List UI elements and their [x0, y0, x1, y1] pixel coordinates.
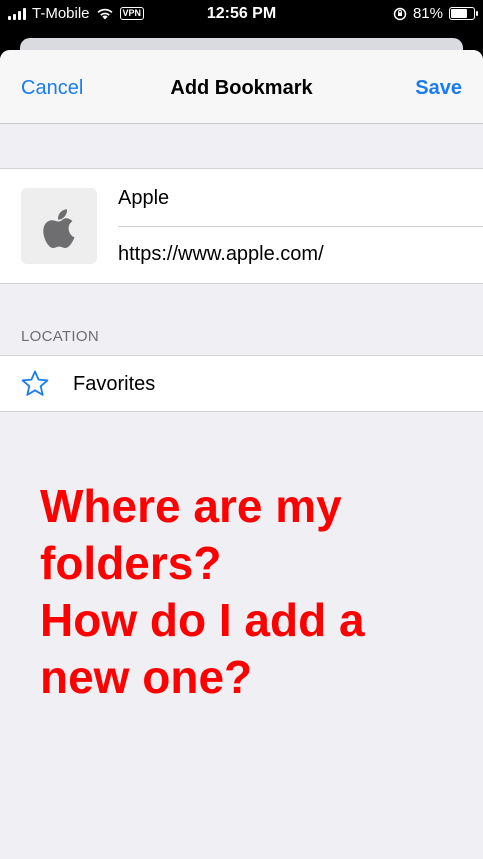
field-divider	[118, 226, 483, 227]
add-bookmark-sheet: Cancel Add Bookmark Save Apple https://w…	[0, 50, 483, 859]
location-label: Favorites	[73, 373, 156, 395]
orientation-lock-icon	[393, 7, 407, 20]
page-title: Add Bookmark	[170, 77, 313, 99]
battery-percent: 81%	[412, 5, 443, 22]
location-row-favorites[interactable]: Favorites	[0, 355, 483, 412]
status-bar: T-Mobile VPN 12:56 PM 81%	[0, 0, 483, 30]
site-icon-thumbnail	[21, 188, 97, 264]
bookmark-title-field[interactable]: Apple	[118, 187, 169, 210]
bookmark-url-field[interactable]: https://www.apple.com/	[118, 243, 324, 266]
location-section-header: LOCATION	[21, 328, 99, 345]
annotation-text: Where are my folders? How do I add a new…	[40, 478, 460, 706]
status-right: 81%	[393, 5, 478, 22]
star-icon	[21, 370, 49, 396]
apple-logo-icon	[43, 209, 75, 248]
save-button[interactable]: Save	[415, 77, 462, 100]
bookmark-details: Apple https://www.apple.com/	[0, 168, 483, 284]
annotation-line: How do I add a	[40, 594, 365, 646]
battery-icon	[449, 7, 478, 20]
annotation-line: Where are my	[40, 480, 342, 532]
annotation-line: folders?	[40, 537, 222, 589]
navigation-bar: Cancel Add Bookmark Save	[0, 50, 483, 124]
annotation-line: new one?	[40, 651, 253, 703]
